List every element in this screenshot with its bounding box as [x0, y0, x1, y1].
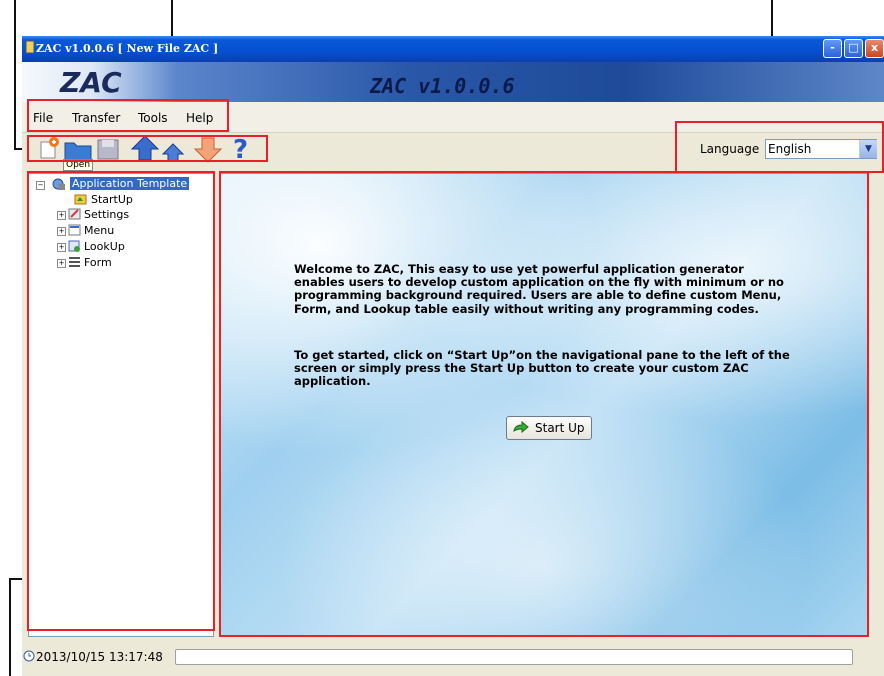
minimize-button[interactable]: - — [823, 39, 842, 58]
callout-toolbar — [27, 135, 268, 162]
banner-title: ZAC v1.0.0.6 — [370, 74, 515, 98]
window-title: ZAC v1.0.0.6 [ New File ZAC ] — [36, 42, 219, 55]
maximize-button[interactable]: □ — [844, 39, 863, 58]
callout-tree — [27, 171, 215, 631]
status-field — [175, 649, 853, 665]
callout-language — [675, 121, 884, 173]
callout-content — [219, 171, 869, 637]
clock-icon — [23, 650, 35, 662]
app-icon — [25, 40, 35, 54]
banner-logo: ZAC — [60, 66, 122, 99]
status-datetime: 2013/10/15 13:17:48 — [36, 650, 163, 664]
callout-menu — [27, 99, 229, 132]
close-button[interactable]: x — [865, 39, 884, 58]
callout-line — [14, 0, 16, 150]
callout-line — [9, 578, 11, 676]
